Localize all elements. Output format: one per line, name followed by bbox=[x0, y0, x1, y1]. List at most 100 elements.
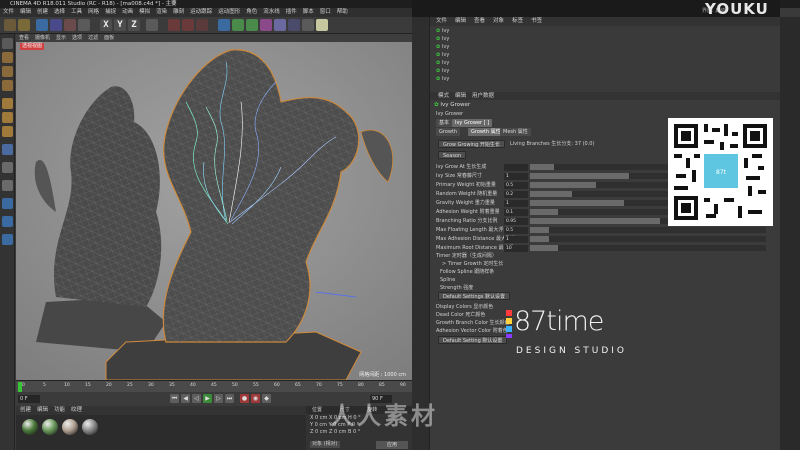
material-menu-item[interactable]: 纹理 bbox=[71, 407, 82, 413]
tab-basic[interactable]: 基本 bbox=[436, 119, 453, 127]
object-row[interactable]: ✿ Ivy bbox=[436, 76, 449, 83]
cloner-icon[interactable] bbox=[260, 19, 272, 31]
param-value-field[interactable]: 0.5 bbox=[504, 181, 528, 189]
viewport-menu-item[interactable]: 过滤 bbox=[88, 35, 98, 41]
prev-key-icon[interactable]: ◀ bbox=[181, 394, 190, 403]
param-value-field[interactable]: 1 bbox=[504, 199, 528, 207]
viewport-menu-item[interactable]: 面板 bbox=[104, 35, 114, 41]
grow-button[interactable]: Grow Growing 开始生长 bbox=[438, 140, 505, 148]
attribute-menu-item[interactable]: 编辑 bbox=[455, 93, 466, 99]
render-view-icon[interactable] bbox=[168, 19, 180, 31]
attribute-menu-item[interactable]: 用户数据 bbox=[472, 93, 494, 99]
goto-start-icon[interactable]: ⏮ bbox=[170, 394, 179, 403]
edges-mode-icon[interactable] bbox=[2, 112, 13, 123]
autokey-icon[interactable]: ◉ bbox=[251, 394, 260, 403]
camera-icon[interactable] bbox=[302, 19, 314, 31]
texture-mode-icon[interactable] bbox=[2, 66, 13, 77]
subdivision-icon[interactable] bbox=[246, 19, 258, 31]
goto-end-icon[interactable]: ⏭ bbox=[225, 394, 234, 403]
season-button[interactable]: Season bbox=[438, 151, 467, 159]
menu-item[interactable]: 网格 bbox=[88, 9, 99, 15]
axis-y-button[interactable]: Y bbox=[114, 19, 126, 31]
viewport-menu-item[interactable]: 选项 bbox=[72, 35, 82, 41]
planar-icon[interactable] bbox=[2, 234, 13, 245]
material-swatch[interactable] bbox=[62, 419, 78, 435]
menu-item[interactable]: 角色 bbox=[246, 9, 257, 15]
material-swatch[interactable] bbox=[82, 419, 98, 435]
grid-icon[interactable] bbox=[2, 216, 13, 227]
keyframe-selection-icon[interactable]: ◆ bbox=[262, 394, 271, 403]
param-value-field[interactable]: 10 bbox=[504, 244, 528, 252]
menu-item[interactable]: 渲染 bbox=[156, 9, 167, 15]
polygons-mode-icon[interactable] bbox=[2, 126, 13, 137]
tab-ivy-grower[interactable]: Ivy Grower [ ] bbox=[452, 119, 493, 127]
object-menu-item[interactable]: 文件 bbox=[436, 18, 447, 24]
menu-item[interactable]: 流水线 bbox=[263, 9, 280, 15]
subtab-growth[interactable]: Growth bbox=[436, 128, 461, 136]
light-icon[interactable] bbox=[316, 19, 328, 31]
menu-item[interactable]: 文件 bbox=[3, 9, 14, 15]
object-menu-item[interactable]: 对象 bbox=[493, 18, 504, 24]
attribute-menu-item[interactable]: 模式 bbox=[438, 93, 449, 99]
prev-frame-icon[interactable]: ◁ bbox=[192, 394, 201, 403]
points-mode-icon[interactable] bbox=[2, 98, 13, 109]
coord-mode-select[interactable]: 对象 (相对) bbox=[310, 441, 340, 448]
deformer-icon[interactable] bbox=[274, 19, 286, 31]
object-row[interactable]: ✿ Ivy bbox=[436, 44, 449, 51]
default-setting-button[interactable]: Default Setting 默认设置 bbox=[438, 336, 508, 344]
menu-item[interactable]: 运动跟踪 bbox=[190, 9, 212, 15]
environment-icon[interactable] bbox=[288, 19, 300, 31]
material-swatch[interactable] bbox=[22, 419, 38, 435]
menu-item[interactable]: 捕捉 bbox=[105, 9, 116, 15]
viewport-menu-item[interactable]: 查看 bbox=[19, 35, 29, 41]
sculpt-icon[interactable] bbox=[2, 180, 13, 191]
param-slider-fill[interactable] bbox=[530, 182, 596, 188]
param-slider-fill[interactable] bbox=[530, 227, 549, 233]
menu-item[interactable]: 选择 bbox=[54, 9, 65, 15]
param-value-field[interactable]: 1 bbox=[504, 172, 528, 180]
rotate-tool-icon[interactable] bbox=[78, 19, 90, 31]
apply-button[interactable]: 应用 bbox=[376, 441, 408, 449]
make-editable-icon[interactable] bbox=[2, 38, 13, 49]
param-slider-track[interactable] bbox=[530, 245, 766, 251]
workplane-icon[interactable] bbox=[2, 80, 13, 91]
material-menu-item[interactable]: 创建 bbox=[20, 407, 31, 413]
param-value-field[interactable]: 1 bbox=[504, 235, 528, 243]
perspective-viewport[interactable]: 透视视图 网格间距 : 1000 cm bbox=[16, 42, 412, 380]
object-row[interactable]: ✿ Ivy bbox=[436, 36, 449, 43]
param-slider-fill[interactable] bbox=[530, 236, 549, 242]
param-value-field[interactable]: 0.1 bbox=[504, 208, 528, 216]
coordinate-system-icon[interactable] bbox=[146, 19, 158, 31]
axis-z-button[interactable]: Z bbox=[128, 19, 140, 31]
next-frame-icon[interactable]: ▷ bbox=[214, 394, 223, 403]
spline-pen-icon[interactable] bbox=[232, 19, 244, 31]
move-tool-icon[interactable] bbox=[50, 19, 62, 31]
object-menu-item[interactable]: 书签 bbox=[531, 18, 542, 24]
scale-tool-icon[interactable] bbox=[64, 19, 76, 31]
select-tool-icon[interactable] bbox=[36, 19, 48, 31]
model-mode-icon[interactable] bbox=[2, 52, 13, 63]
axis-x-button[interactable]: X bbox=[100, 19, 112, 31]
param-slider-fill[interactable] bbox=[530, 164, 554, 170]
menu-item[interactable]: 模拟 bbox=[139, 9, 150, 15]
param-slider-track[interactable] bbox=[530, 236, 766, 242]
param-value-field[interactable]: 0.95 bbox=[504, 217, 528, 225]
play-icon[interactable]: ▶ bbox=[203, 394, 212, 403]
param-slider-fill[interactable] bbox=[530, 218, 660, 224]
render-picture-viewer-icon[interactable] bbox=[182, 19, 194, 31]
param-slider-fill[interactable] bbox=[530, 245, 558, 251]
material-menu-item[interactable]: 功能 bbox=[54, 407, 65, 413]
axis-mode-icon[interactable] bbox=[2, 144, 13, 155]
menu-item[interactable]: 帮助 bbox=[337, 9, 348, 15]
viewport-menu-item[interactable]: 摄像机 bbox=[35, 35, 50, 41]
param-slider-fill[interactable] bbox=[530, 173, 629, 179]
subtab-mesh-props[interactable]: Mesh 属性 bbox=[500, 128, 531, 136]
param-slider-fill[interactable] bbox=[530, 191, 572, 197]
subtab-growth-props[interactable]: Growth 属性 bbox=[468, 128, 504, 136]
record-icon[interactable]: ● bbox=[240, 394, 249, 403]
menu-item[interactable]: 雕刻 bbox=[173, 9, 184, 15]
object-row[interactable]: ✿ Ivy bbox=[436, 60, 449, 67]
param-slider-fill[interactable] bbox=[530, 209, 558, 215]
object-row[interactable]: ✿ Ivy bbox=[436, 52, 449, 59]
timer-growth-label[interactable]: > Timer Growth 定时生长 bbox=[442, 260, 503, 268]
